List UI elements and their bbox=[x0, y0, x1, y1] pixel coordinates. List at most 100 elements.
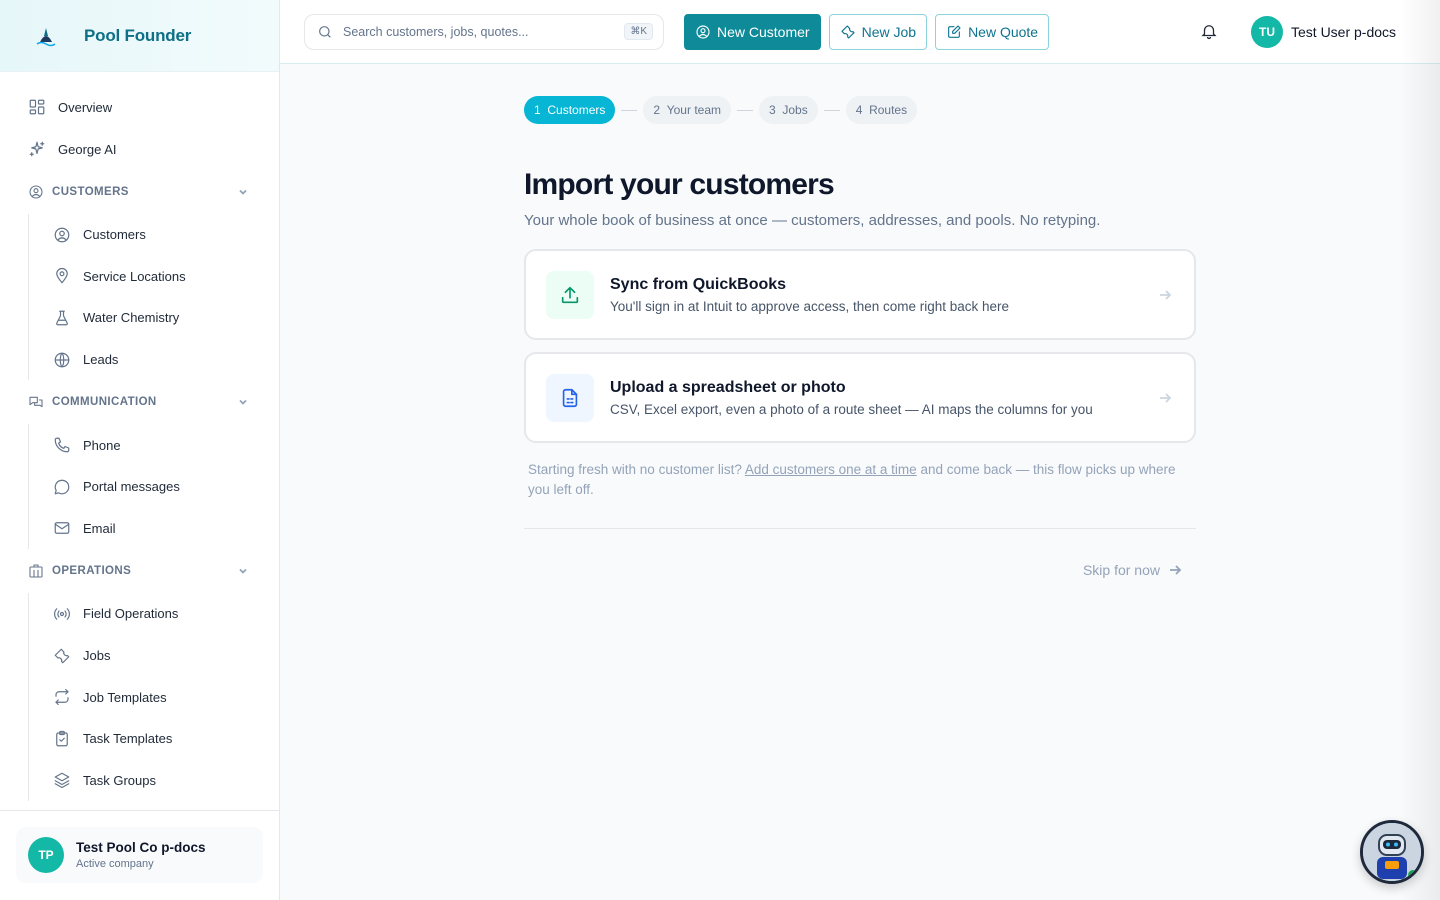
sync-quickbooks-card[interactable]: Sync from QuickBooks You'll sign in at I… bbox=[524, 249, 1196, 340]
step-jobs[interactable]: 3 Jobs bbox=[759, 96, 818, 124]
sidebar-item-leads[interactable]: Leads bbox=[29, 339, 279, 381]
arrow-right-icon bbox=[1160, 290, 1172, 300]
card-text: Sync from QuickBooks You'll sign in at I… bbox=[610, 276, 1009, 314]
chevron-down-icon bbox=[239, 569, 247, 574]
sidebar-nav: Overview George AI CUSTOMERS Customers S… bbox=[0, 72, 279, 802]
clipboard-check-icon bbox=[56, 730, 68, 747]
sidebar-item-customers[interactable]: Customers bbox=[29, 214, 279, 256]
step-number: 4 bbox=[855, 103, 863, 117]
search-input[interactable] bbox=[343, 24, 625, 39]
chevron-down-icon bbox=[239, 400, 247, 406]
company-info: Test Pool Co p-docs Active company bbox=[76, 840, 206, 870]
sparkles-icon bbox=[29, 141, 45, 157]
new-quote-button[interactable]: New Quote bbox=[935, 13, 1050, 50]
onboarding-main: 1 Customers 2 Your team 3 Jobs 4 Routes … bbox=[524, 96, 1196, 578]
section-operations[interactable]: OPERATIONS bbox=[0, 549, 279, 593]
drawer-edge-shadow bbox=[1400, 0, 1440, 900]
sidebar-item-label: Jobs bbox=[83, 648, 111, 664]
sidebar: Pool Founder Overview George AI CUSTOMER… bbox=[0, 0, 280, 900]
sidebar-item-label: Customers bbox=[83, 227, 146, 243]
sidebar-item-jobs[interactable]: Jobs bbox=[29, 635, 279, 677]
brand-name: Pool Founder bbox=[84, 25, 192, 45]
search-box[interactable]: ⌘K bbox=[304, 13, 664, 50]
map-pin-icon bbox=[56, 268, 68, 284]
building-icon bbox=[29, 564, 43, 578]
new-quote-label: New Quote bbox=[968, 23, 1039, 40]
note-before: Starting fresh with no customer list? bbox=[528, 462, 745, 477]
skip-label: Skip for now bbox=[1082, 562, 1160, 578]
step-separator bbox=[823, 109, 840, 111]
user-circle-icon bbox=[54, 227, 70, 243]
step-number: 1 bbox=[534, 103, 541, 117]
section-label: COMMUNICATION bbox=[52, 396, 157, 409]
card-text: Upload a spreadsheet or photo CSV, Excel… bbox=[610, 379, 1093, 417]
sidebar-item-label: Overview bbox=[58, 99, 113, 115]
user-menu[interactable]: TU Test User p-docs bbox=[1251, 16, 1396, 48]
sidebar-item-label: Leads bbox=[83, 352, 119, 368]
chevron-down-icon bbox=[239, 189, 247, 195]
user-circle-icon bbox=[29, 185, 43, 199]
add-customers-link[interactable]: Add customers one at a time bbox=[745, 462, 917, 477]
step-label: Customers bbox=[547, 103, 606, 117]
step-routes[interactable]: 4 Routes bbox=[845, 96, 918, 124]
sidebar-item-phone[interactable]: Phone bbox=[29, 424, 279, 466]
grid-icon bbox=[29, 99, 45, 115]
user-avatar: TU bbox=[1251, 16, 1283, 48]
section-label: OPERATIONS bbox=[52, 565, 132, 578]
arrow-right-icon bbox=[1160, 393, 1172, 403]
step-label: Jobs bbox=[782, 103, 808, 117]
skip-for-now-button[interactable]: Skip for now bbox=[1083, 562, 1182, 578]
page-subtitle: Your whole book of business at once — cu… bbox=[524, 212, 1101, 229]
phone-icon bbox=[54, 437, 70, 453]
sidebar-item-field-operations[interactable]: Field Operations bbox=[29, 593, 279, 635]
new-customer-label: New Customer bbox=[717, 23, 810, 40]
step-your-team[interactable]: 2 Your team bbox=[643, 96, 731, 124]
mail-icon bbox=[54, 522, 70, 535]
user-circle-icon bbox=[696, 24, 710, 39]
sidebar-item-label: Field Operations bbox=[83, 606, 179, 622]
upload-spreadsheet-card[interactable]: Upload a spreadsheet or photo CSV, Excel… bbox=[524, 352, 1196, 443]
section-communication[interactable]: COMMUNICATION bbox=[0, 380, 279, 424]
step-label: Routes bbox=[869, 103, 908, 117]
section-customers[interactable]: CUSTOMERS bbox=[0, 170, 279, 214]
sidebar-item-task-groups[interactable]: Task Groups bbox=[29, 760, 279, 802]
company-status: Active company bbox=[76, 858, 154, 870]
spreadsheet-icon bbox=[562, 388, 578, 407]
card-title: Upload a spreadsheet or photo bbox=[610, 378, 846, 396]
step-customers[interactable]: 1 Customers bbox=[524, 96, 616, 124]
layers-icon bbox=[54, 772, 70, 789]
sidebar-item-label: Task Templates bbox=[83, 731, 173, 747]
edit-document-icon bbox=[948, 24, 961, 38]
globe-icon bbox=[54, 352, 70, 367]
sidebar-item-george-ai[interactable]: George AI bbox=[0, 128, 279, 170]
upload-icon bbox=[561, 286, 579, 303]
brand[interactable]: Pool Founder bbox=[0, 0, 279, 72]
arrow-right-icon bbox=[1170, 565, 1182, 575]
bell-icon[interactable] bbox=[1200, 22, 1218, 40]
company-card[interactable]: TP Test Pool Co p-docs Active company bbox=[16, 827, 263, 883]
sidebar-item-portal-messages[interactable]: Portal messages bbox=[29, 466, 279, 508]
sidebar-item-overview[interactable]: Overview bbox=[0, 86, 279, 128]
sidebar-item-label: Phone bbox=[83, 437, 121, 453]
sidebar-item-email[interactable]: Email bbox=[29, 508, 279, 550]
sidebar-item-job-templates[interactable]: Job Templates bbox=[29, 676, 279, 718]
sidebar-item-label: Job Templates bbox=[83, 689, 167, 705]
sidebar-item-task-templates[interactable]: Task Templates bbox=[29, 718, 279, 760]
spreadsheet-icon-wrap bbox=[546, 373, 594, 422]
new-customer-button[interactable]: New Customer bbox=[684, 13, 821, 50]
step-label: Your team bbox=[666, 103, 721, 117]
step-separator bbox=[621, 109, 638, 111]
sidebar-item-service-locations[interactable]: Service Locations bbox=[29, 256, 279, 298]
sidebar-item-water-chemistry[interactable]: Water Chemistry bbox=[29, 297, 279, 339]
radio-signal-icon bbox=[54, 608, 70, 620]
sidebar-item-label: Email bbox=[83, 520, 116, 536]
card-description: You'll sign in at Intuit to approve acce… bbox=[610, 298, 1010, 314]
section-label: CUSTOMERS bbox=[52, 186, 129, 198]
new-job-button[interactable]: New Job bbox=[828, 13, 928, 50]
search-icon bbox=[319, 25, 331, 38]
message-circle-icon bbox=[54, 479, 70, 495]
step-separator bbox=[737, 109, 753, 111]
ai-assistant-robot-icon[interactable] bbox=[1360, 820, 1424, 884]
manual-entry-note: Starting fresh with no customer list? Ad… bbox=[524, 460, 1196, 500]
wrench-icon bbox=[841, 24, 855, 39]
